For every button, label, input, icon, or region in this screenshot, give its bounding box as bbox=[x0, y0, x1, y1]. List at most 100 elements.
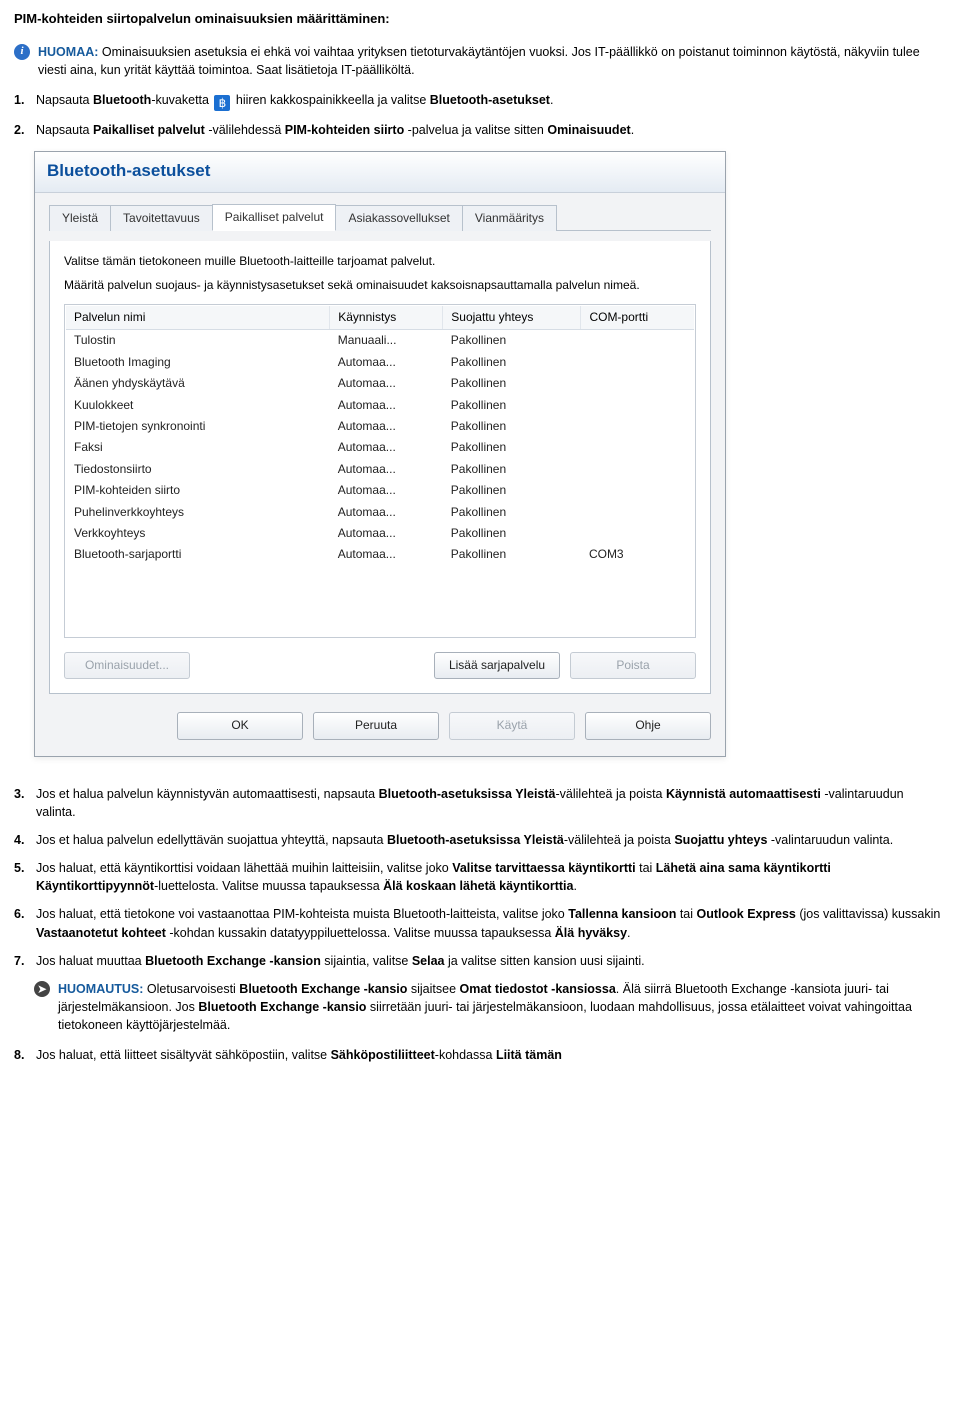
text: -välilehteä ja poista bbox=[564, 833, 674, 847]
cell-startup: Automaa... bbox=[330, 480, 443, 501]
cell-secure: Pakollinen bbox=[443, 502, 581, 523]
tab-diagnostics[interactable]: Vianmääritys bbox=[462, 205, 557, 231]
cell-name: Bluetooth-sarjaportti bbox=[66, 544, 330, 565]
tab-client-apps[interactable]: Asiakassovellukset bbox=[335, 205, 462, 231]
text-bold: Sähköpostiliitteet bbox=[331, 1048, 435, 1062]
panel-intro-2: Määritä palvelun suojaus- ja käynnistysa… bbox=[64, 277, 696, 294]
notice-label: HUOMAA: bbox=[38, 45, 98, 59]
text: hiiren kakkospainikkeella ja valitse bbox=[232, 93, 429, 107]
table-row[interactable]: PuhelinverkkoyhteysAutomaa...Pakollinen bbox=[66, 502, 694, 523]
text-bold: Bluetooth Exchange -kansio bbox=[239, 982, 407, 996]
help-button[interactable]: Ohje bbox=[585, 712, 711, 739]
cell-startup: Automaa... bbox=[330, 502, 443, 523]
table-row[interactable]: PIM-kohteiden siirtoAutomaa...Pakollinen bbox=[66, 480, 694, 501]
text-bold: Bluetooth Exchange -kansion bbox=[145, 954, 321, 968]
cell-name: Verkkoyhteys bbox=[66, 523, 330, 544]
table-row[interactable]: KuulokkeetAutomaa...Pakollinen bbox=[66, 395, 694, 416]
delete-button[interactable]: Poista bbox=[570, 652, 696, 679]
text: Jos haluat, että liitteet sisältyvät säh… bbox=[36, 1048, 331, 1062]
table-row[interactable]: TulostinManuaali...Pakollinen bbox=[66, 330, 694, 352]
text: (jos valittavissa) kussakin bbox=[796, 907, 941, 921]
text: Jos haluat, että tietokone voi vastaanot… bbox=[36, 907, 568, 921]
text-bold: Valitse tarvittaessa käyntikortti bbox=[452, 861, 635, 875]
cell-com bbox=[581, 523, 694, 544]
cell-com: COM3 bbox=[581, 544, 694, 565]
services-table-wrap: Palvelun nimi Käynnistys Suojattu yhteys… bbox=[64, 304, 696, 638]
cell-name: Kuulokkeet bbox=[66, 395, 330, 416]
cell-name: PIM-tietojen synkronointi bbox=[66, 416, 330, 437]
ok-button[interactable]: OK bbox=[177, 712, 303, 739]
text: Oletusarvoisesti bbox=[143, 982, 239, 996]
cell-startup: Automaa... bbox=[330, 352, 443, 373]
note-label: HUOMAUTUS: bbox=[58, 982, 143, 996]
col-startup[interactable]: Käynnistys bbox=[330, 306, 443, 330]
bluetooth-settings-dialog: Bluetooth-asetukset Yleistä Tavoitettavu… bbox=[34, 151, 726, 757]
text: ja valitse sitten kansion uusi sijainti. bbox=[445, 954, 645, 968]
col-name[interactable]: Palvelun nimi bbox=[66, 306, 330, 330]
text: -kohdassa bbox=[435, 1048, 496, 1062]
cell-startup: Manuaali... bbox=[330, 330, 443, 352]
text: . bbox=[550, 93, 553, 107]
add-serial-service-button[interactable]: Lisää sarjapalvelu bbox=[434, 652, 560, 679]
properties-button[interactable]: Ominaisuudet... bbox=[64, 652, 190, 679]
page-title: PIM-kohteiden siirtopalvelun ominaisuuks… bbox=[14, 10, 946, 29]
text-bold: Bluetooth-asetukset bbox=[430, 93, 550, 107]
text-bold: Vastaanotetut kohteet bbox=[36, 926, 166, 940]
text: -välilehdessä bbox=[205, 123, 285, 137]
cell-secure: Pakollinen bbox=[443, 373, 581, 394]
text: -kuvaketta bbox=[151, 93, 212, 107]
table-row[interactable]: VerkkoyhteysAutomaa...Pakollinen bbox=[66, 523, 694, 544]
tab-bar: Yleistä Tavoitettavuus Paikalliset palve… bbox=[49, 203, 711, 231]
col-com[interactable]: COM-portti bbox=[581, 306, 694, 330]
notice-text: HUOMAA: Ominaisuuksien asetuksia ei ehkä… bbox=[38, 43, 946, 79]
panel-intro-1: Valitse tämän tietokoneen muille Bluetoo… bbox=[64, 253, 696, 270]
cell-name: Faksi bbox=[66, 437, 330, 458]
table-row[interactable]: Bluetooth-sarjaporttiAutomaa...Pakolline… bbox=[66, 544, 694, 565]
text-bold: Bluetooth bbox=[93, 93, 151, 107]
cell-name: Puhelinverkkoyhteys bbox=[66, 502, 330, 523]
info-icon: i bbox=[14, 44, 30, 60]
cell-com bbox=[581, 330, 694, 352]
text: Jos haluat muuttaa bbox=[36, 954, 145, 968]
cell-secure: Pakollinen bbox=[443, 480, 581, 501]
cell-com bbox=[581, 480, 694, 501]
text: . bbox=[631, 123, 634, 137]
cell-secure: Pakollinen bbox=[443, 437, 581, 458]
cancel-button[interactable]: Peruuta bbox=[313, 712, 439, 739]
cell-com bbox=[581, 352, 694, 373]
tab-local-services[interactable]: Paikalliset palvelut bbox=[212, 204, 337, 231]
step-3: Jos et halua palvelun käynnistyvän autom… bbox=[14, 785, 946, 821]
apply-button[interactable]: Käytä bbox=[449, 712, 575, 739]
table-row[interactable]: TiedostonsiirtoAutomaa...Pakollinen bbox=[66, 459, 694, 480]
table-row[interactable]: FaksiAutomaa...Pakollinen bbox=[66, 437, 694, 458]
cell-startup: Automaa... bbox=[330, 373, 443, 394]
tab-discoverability[interactable]: Tavoitettavuus bbox=[110, 205, 213, 231]
cell-com bbox=[581, 502, 694, 523]
panel-button-row: Ominaisuudet... Lisää sarjapalvelu Poist… bbox=[64, 652, 696, 679]
text-bold: Älä hyväksy bbox=[555, 926, 627, 940]
table-row[interactable]: Äänen yhdyskäytäväAutomaa...Pakollinen bbox=[66, 373, 694, 394]
text: sijaitsee bbox=[407, 982, 459, 996]
cell-startup: Automaa... bbox=[330, 544, 443, 565]
notice-body: Ominaisuuksien asetuksia ei ehkä voi vai… bbox=[38, 45, 920, 77]
text-bold: PIM-kohteiden siirto bbox=[285, 123, 404, 137]
text: . bbox=[573, 879, 576, 893]
cell-secure: Pakollinen bbox=[443, 459, 581, 480]
services-table: Palvelun nimi Käynnistys Suojattu yhteys… bbox=[66, 306, 694, 566]
text: Napsauta bbox=[36, 93, 93, 107]
text-bold: Suojattu yhteys bbox=[674, 833, 767, 847]
text: -luettelosta. Valitse muussa tapauksessa bbox=[154, 879, 383, 893]
tab-general[interactable]: Yleistä bbox=[49, 205, 111, 231]
bluetooth-icon: ฿ bbox=[214, 95, 230, 111]
col-secure[interactable]: Suojattu yhteys bbox=[443, 306, 581, 330]
table-row[interactable]: PIM-tietojen synkronointiAutomaa...Pakol… bbox=[66, 416, 694, 437]
tab-panel-local: Valitse tämän tietokoneen muille Bluetoo… bbox=[49, 241, 711, 694]
note-block: ➤ HUOMAUTUS: Oletusarvoisesti Bluetooth … bbox=[34, 980, 946, 1034]
text: -palvelua ja valitse sitten bbox=[404, 123, 547, 137]
text: -välilehteä ja poista bbox=[556, 787, 666, 801]
cell-com bbox=[581, 459, 694, 480]
cell-startup: Automaa... bbox=[330, 437, 443, 458]
cell-secure: Pakollinen bbox=[443, 395, 581, 416]
text-bold: Käynnistä automaattisesti bbox=[666, 787, 821, 801]
table-row[interactable]: Bluetooth ImagingAutomaa...Pakollinen bbox=[66, 352, 694, 373]
